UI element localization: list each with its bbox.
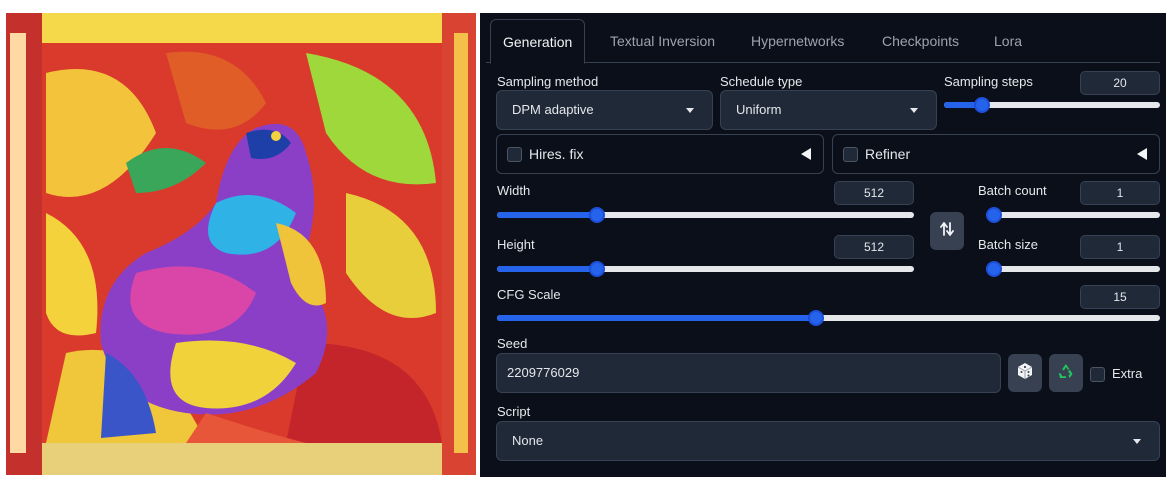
batch-count-input[interactable]: 1: [1080, 181, 1160, 205]
slider-thumb[interactable]: [589, 261, 606, 277]
schedule-type-dropdown[interactable]: Uniform: [720, 90, 937, 130]
script-label: Script: [497, 404, 531, 419]
batch-size-label: Batch size: [978, 237, 1038, 252]
seed-label: Seed: [497, 336, 528, 351]
random-seed-button[interactable]: [1008, 354, 1042, 392]
hires-fix-accordion[interactable]: Hires. fix: [496, 134, 824, 174]
seed-input[interactable]: 2209776029: [496, 353, 1001, 393]
slider-thumb[interactable]: [589, 207, 606, 223]
generation-settings-panel: Generation Textual Inversion Hypernetwor…: [480, 13, 1166, 477]
schedule-type-value: Uniform: [736, 102, 782, 117]
slider-thumb[interactable]: [807, 310, 824, 326]
script-dropdown[interactable]: None: [496, 421, 1160, 461]
collapse-triangle-icon: [1137, 148, 1147, 160]
extra-checkbox[interactable]: [1090, 367, 1105, 382]
schedule-type-label: Schedule type: [720, 74, 803, 89]
cfg-scale-slider[interactable]: [497, 310, 1160, 326]
sampling-steps-label: Sampling steps: [944, 74, 1033, 89]
refiner-accordion[interactable]: Refiner: [832, 134, 1160, 174]
height-input[interactable]: 512: [834, 235, 914, 259]
slider-thumb[interactable]: [986, 207, 1002, 223]
slider-thumb[interactable]: [974, 97, 990, 113]
tab-hypernetworks[interactable]: Hypernetworks: [739, 19, 856, 63]
tab-bar: Generation Textual Inversion Hypernetwor…: [486, 19, 1160, 64]
sampling-method-label: Sampling method: [497, 74, 599, 89]
generated-image: [6, 13, 476, 475]
cfg-scale-input[interactable]: 15: [1080, 285, 1160, 309]
cfg-scale-label: CFG Scale: [497, 287, 561, 302]
collapse-triangle-icon: [801, 148, 811, 160]
refiner-label: Refiner: [865, 146, 911, 162]
hires-fix-label: Hires. fix: [529, 146, 584, 162]
batch-count-label: Batch count: [978, 183, 1047, 198]
chevron-down-icon: [1133, 439, 1141, 444]
width-slider[interactable]: [497, 207, 914, 223]
hires-fix-checkbox[interactable]: [507, 147, 522, 162]
batch-count-slider[interactable]: [986, 207, 1160, 223]
chevron-down-icon: [910, 108, 918, 113]
width-label: Width: [497, 183, 531, 198]
script-value: None: [512, 433, 544, 448]
tab-checkpoints[interactable]: Checkpoints: [870, 19, 971, 63]
swap-vertical-icon: [940, 221, 954, 242]
swap-dimensions-button[interactable]: [930, 212, 964, 250]
height-label: Height: [497, 237, 535, 252]
dice-icon: [1016, 362, 1034, 385]
chevron-down-icon: [686, 108, 694, 113]
tab-lora[interactable]: Lora: [982, 19, 1034, 63]
extra-label: Extra: [1112, 366, 1143, 381]
sampling-method-dropdown[interactable]: DPM adaptive: [496, 90, 713, 130]
slider-thumb[interactable]: [986, 261, 1002, 277]
tab-textual-inversion[interactable]: Textual Inversion: [598, 19, 727, 63]
sampling-steps-input[interactable]: 20: [1080, 71, 1160, 95]
recycle-icon: [1057, 362, 1075, 385]
reuse-seed-button[interactable]: [1049, 354, 1083, 392]
sampling-steps-slider[interactable]: [944, 97, 1160, 113]
generated-image-art: [6, 13, 476, 475]
sampling-method-value: DPM adaptive: [512, 102, 594, 117]
seed-value: 2209776029: [507, 365, 580, 380]
width-input[interactable]: 512: [834, 181, 914, 205]
batch-size-input[interactable]: 1: [1080, 235, 1160, 259]
refiner-checkbox[interactable]: [843, 147, 858, 162]
height-slider[interactable]: [497, 261, 914, 277]
batch-size-slider[interactable]: [986, 261, 1160, 277]
tab-generation[interactable]: Generation: [490, 19, 586, 64]
